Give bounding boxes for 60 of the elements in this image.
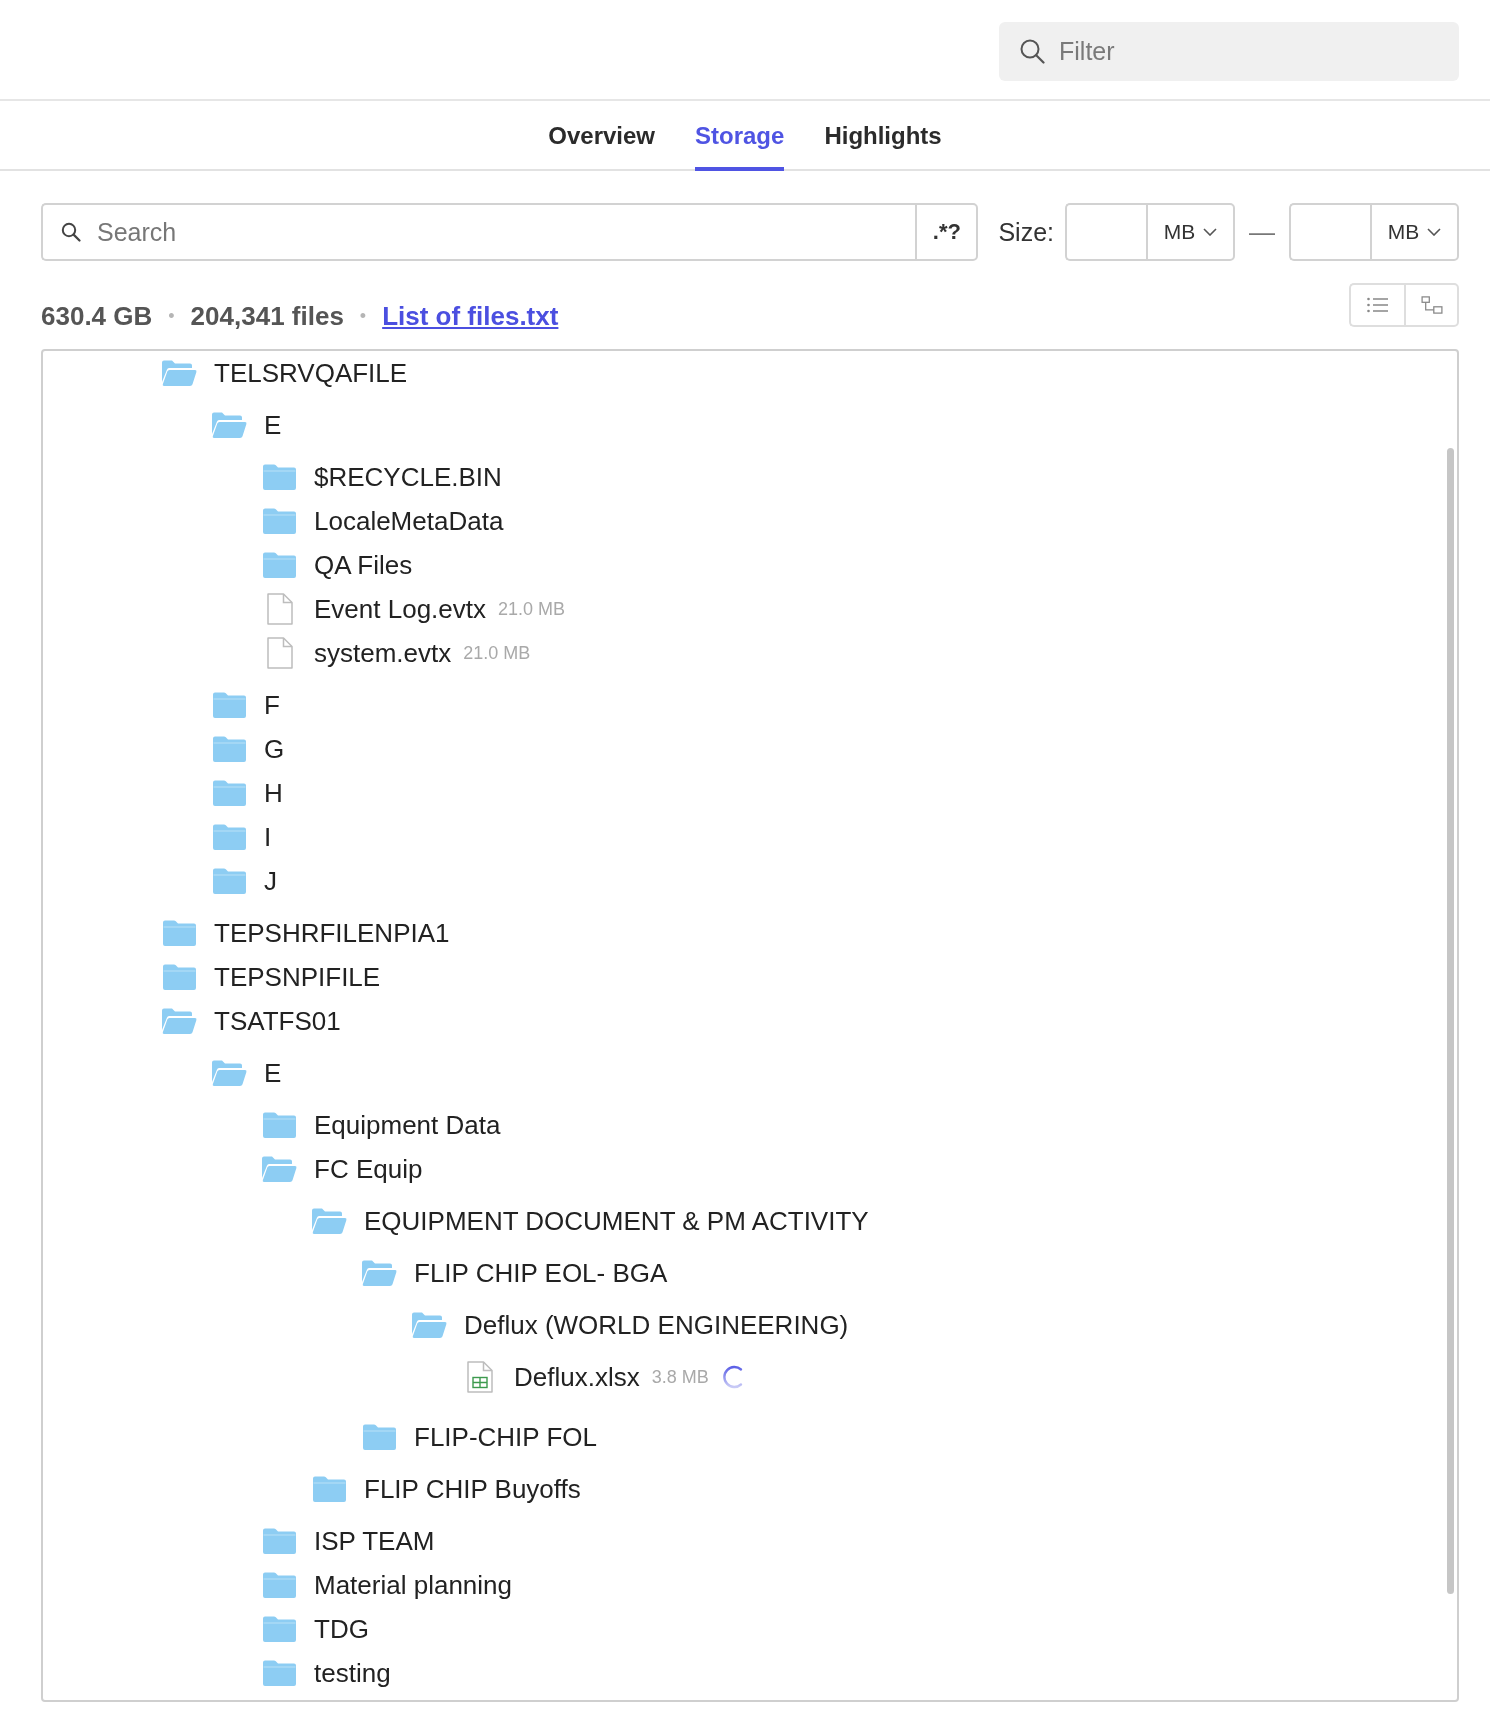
spreadsheet-file-icon — [466, 1361, 493, 1393]
list-view-button[interactable] — [1349, 283, 1404, 327]
regex-toggle-button[interactable]: .*? — [915, 203, 979, 261]
folder-item[interactable]: E — [212, 1057, 282, 1089]
folder-item[interactable]: QA Files — [262, 549, 413, 581]
chevron-down-icon — [1203, 228, 1218, 236]
file-item[interactable]: system.evtx — [262, 637, 452, 669]
folder-item[interactable]: $RECYCLE.BIN — [262, 461, 502, 493]
scrollbar-thumb[interactable] — [1447, 448, 1454, 1594]
unit-dropdown[interactable]: MB — [1146, 203, 1235, 261]
folder-item[interactable]: TELSRVQAFILE — [162, 357, 408, 389]
folder-item[interactable]: H — [212, 777, 283, 809]
tab[interactable]: Storage — [695, 101, 785, 171]
folder-item[interactable]: Deflux (WORLD ENGINEERING) — [412, 1309, 849, 1341]
folder-item[interactable]: TEPSNPIFILE — [162, 961, 381, 993]
files-list-link[interactable]: List of files.txt — [382, 301, 559, 331]
file-size: 21.0 MB — [498, 598, 566, 620]
search-icon — [61, 222, 81, 242]
file-icon — [266, 593, 293, 625]
summary-stat: 204,341 files — [190, 301, 344, 331]
filter-field[interactable]: Filter — [999, 22, 1459, 81]
file-icon — [266, 637, 293, 669]
folder-item[interactable]: FLIP CHIP Buyoffs — [312, 1473, 581, 1505]
tree-view-button[interactable] — [1404, 283, 1459, 327]
folder-item[interactable]: I — [212, 821, 272, 853]
tree-structure-icon — [1420, 296, 1443, 314]
file-item[interactable]: Deflux.xlsx — [462, 1361, 640, 1393]
folder-item[interactable]: Equipment Data — [262, 1109, 501, 1141]
folder-item[interactable]: FLIP CHIP EOL- BGA — [362, 1257, 668, 1289]
chevron-down-icon — [1427, 228, 1442, 236]
file-item[interactable]: Event Log.evtx — [262, 593, 486, 625]
size-min-field[interactable] — [1065, 203, 1146, 261]
folder-item[interactable]: E — [212, 409, 282, 441]
size-max-field[interactable] — [1289, 203, 1370, 261]
separator-dot: • — [168, 305, 175, 328]
file-size: 21.0 MB — [463, 642, 531, 664]
folder-item[interactable]: G — [212, 733, 285, 765]
folder-item[interactable]: TDG — [262, 1613, 369, 1645]
search-icon — [1019, 38, 1045, 64]
folder-item[interactable]: FC Equip — [262, 1153, 423, 1185]
folder-item[interactable]: LocaleMetaData — [262, 505, 504, 537]
folder-item[interactable]: Material planning — [262, 1569, 512, 1601]
file-size: 3.8 MB — [651, 1366, 709, 1388]
range-separator: — — [1249, 216, 1275, 248]
folder-item[interactable]: TEPSHRFILENPIA1 — [162, 917, 450, 949]
folder-item[interactable]: TSATFS01 — [162, 1005, 341, 1037]
folder-item[interactable]: F — [212, 689, 280, 721]
folder-item[interactable]: FLIP-CHIP FOL — [362, 1421, 597, 1453]
folder-item[interactable]: J — [212, 865, 277, 897]
tab[interactable]: Overview — [548, 101, 655, 171]
folder-item[interactable]: ISP TEAM — [262, 1525, 435, 1557]
tab[interactable]: Highlights — [824, 101, 942, 171]
unit-dropdown[interactable]: MB — [1370, 203, 1459, 261]
separator-dot: • — [359, 305, 367, 328]
summary-stat: 630.4 GB — [41, 301, 153, 331]
search-field[interactable]: Search — [41, 203, 916, 261]
size-label: Size: — [998, 217, 1054, 247]
folder-item[interactable]: EQUIPMENT DOCUMENT & PM ACTIVITY — [312, 1205, 869, 1237]
list-icon — [1366, 296, 1389, 314]
folder-item[interactable]: testing — [262, 1657, 391, 1689]
